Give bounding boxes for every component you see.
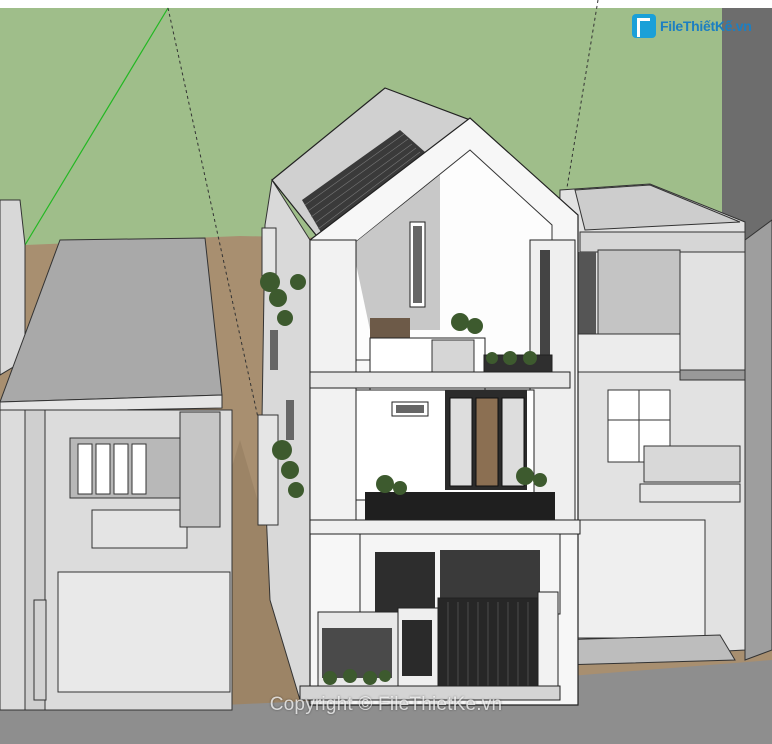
right-neighbor-building xyxy=(554,183,772,666)
model-viewport[interactable]: FileThiếtKế.vn Copyright © FileThietKe.v… xyxy=(0,0,772,744)
3d-scene[interactable] xyxy=(0,0,772,744)
brand-logo: FileThiếtKế.vn xyxy=(632,12,752,42)
copyright-watermark: Copyright © FileThietKe.vn xyxy=(269,694,503,715)
logo-text: FileThiếtKế.vn xyxy=(660,18,752,34)
filethietke-logo-icon xyxy=(632,14,656,38)
main-house xyxy=(257,87,581,706)
